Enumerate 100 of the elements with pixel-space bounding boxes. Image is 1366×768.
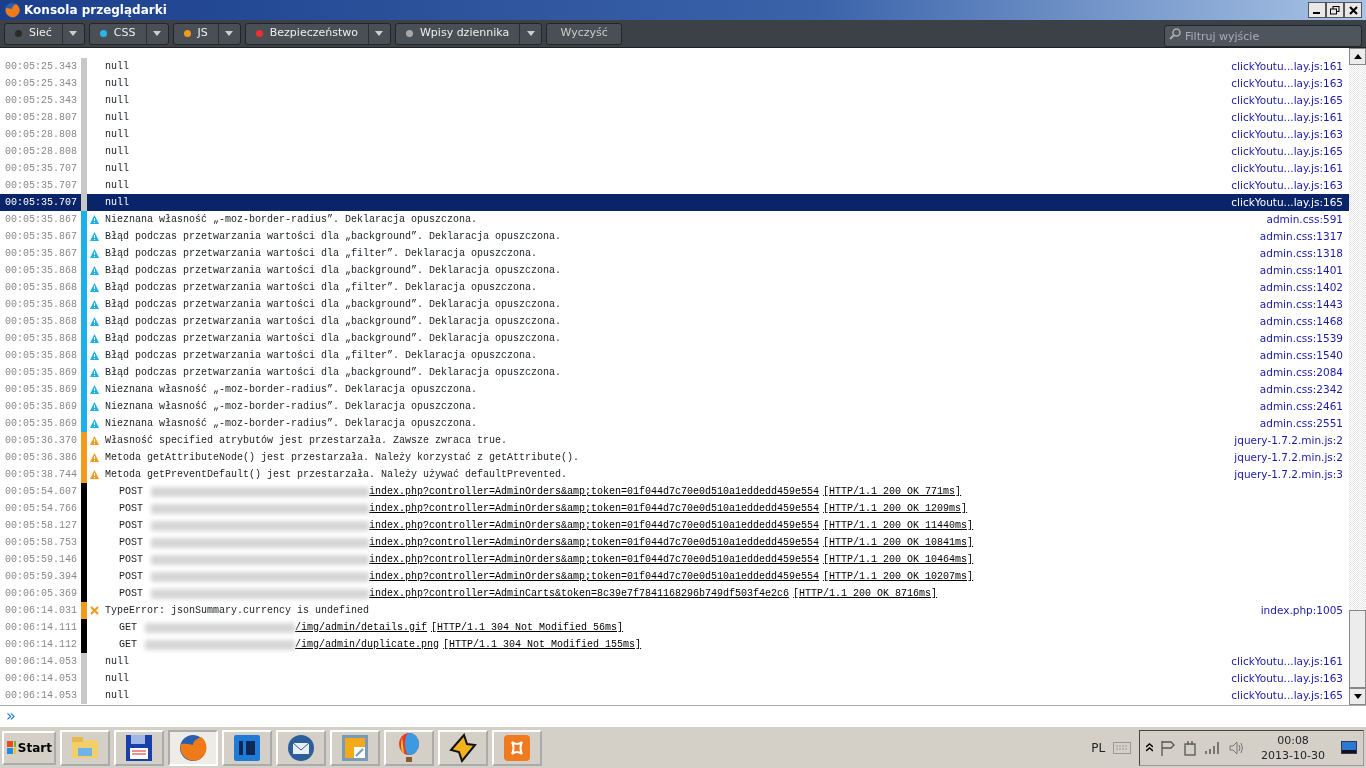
log-row[interactable]: 00:05:35.868 Błąd podczas przetwarzania wartości dla „background”. Deklaracja opuszczona. admin.css:1401 xyxy=(0,262,1349,279)
status-link[interactable]: [HTTP/1.1 200 OK 10207ms] xyxy=(823,569,974,584)
source-link[interactable]: clickYoutu...lay.js:161 xyxy=(1231,653,1349,670)
taskbar-button[interactable] xyxy=(114,729,164,766)
source-link[interactable]: admin.css:2461 xyxy=(1259,398,1349,415)
log-row[interactable]: 00:05:25.343 null clickYoutu...lay.js:161 xyxy=(0,58,1349,75)
log-row[interactable]: 00:05:58.127 POST index.php?controller=AdminOrders&amp;token=01f044d7c70e0d510a1eddedd459e554 [HTTP/1.1 200 OK 11440ms] xyxy=(0,517,1349,534)
log-row[interactable]: 00:06:14.031 TypeError: jsonSummary.currency is undefined index.php:1005 xyxy=(0,602,1349,619)
speaker-icon[interactable] xyxy=(1229,740,1246,755)
log-row[interactable]: 00:05:35.867 Błąd podczas przetwarzania wartości dla „filter”. Deklaracja opuszczona. admin.css:1318 xyxy=(0,245,1349,262)
source-link[interactable]: jquery-1.7.2.min.js:2 xyxy=(1234,449,1349,466)
log-row[interactable]: 00:05:35.869 Nieznana własność „-moz-border-radius”. Deklaracja opuszczona. admin.css:2461 xyxy=(0,398,1349,415)
request-url[interactable]: index.php?controller=AdminOrders&amp;token=01f044d7c70e0d510a1eddedd459e554 xyxy=(369,552,820,567)
log-row[interactable]: 00:05:54.766 POST index.php?controller=AdminOrders&amp;token=01f044d7c70e0d510a1eddedd459e554 [HTTP/1.1 200 OK 1209ms] xyxy=(0,500,1349,517)
source-link[interactable]: clickYoutu...lay.js:165 xyxy=(1231,92,1349,109)
log-row[interactable]: 00:05:35.869 Błąd podczas przetwarzania wartości dla „background”. Deklaracja opuszczona. admin.css:2084 xyxy=(0,364,1349,381)
source-link[interactable]: admin.css:1468 xyxy=(1259,313,1349,330)
log-row[interactable]: 00:05:35.869 Nieznana własność „-moz-border-radius”. Deklaracja opuszczona. admin.css:2551 xyxy=(0,415,1349,432)
source-link[interactable]: admin.css:1539 xyxy=(1259,330,1349,347)
flag-icon[interactable] xyxy=(1161,739,1176,756)
source-link[interactable]: clickYoutu...lay.js:163 xyxy=(1231,177,1349,194)
log-row[interactable]: 00:06:14.053 null clickYoutu...lay.js:163 xyxy=(0,670,1349,687)
log-row[interactable]: 00:05:28.808 null clickYoutu...lay.js:163 xyxy=(0,126,1349,143)
log-row[interactable]: 00:05:35.868 Błąd podczas przetwarzania wartości dla „filter”. Deklaracja opuszczona. admin.css:1402 xyxy=(0,279,1349,296)
scroll-up-button[interactable] xyxy=(1349,48,1366,65)
log-row[interactable]: 00:05:25.343 null clickYoutu...lay.js:163 xyxy=(0,75,1349,92)
log-row[interactable]: 00:05:28.807 null clickYoutu...lay.js:161 xyxy=(0,109,1349,126)
status-link[interactable]: [HTTP/1.1 200 OK 771ms] xyxy=(823,484,962,499)
status-link[interactable]: [HTTP/1.1 200 OK 10464ms] xyxy=(823,552,974,567)
request-url[interactable]: index.php?controller=AdminOrders&amp;token=01f044d7c70e0d510a1eddedd459e554 xyxy=(369,484,820,499)
source-link[interactable]: jquery-1.7.2.min.js:2 xyxy=(1234,432,1349,449)
source-link[interactable]: admin.css:591 xyxy=(1266,211,1349,228)
request-url[interactable]: index.php?controller=AdminOrders&amp;token=01f044d7c70e0d510a1eddedd459e554 xyxy=(369,501,820,516)
source-link[interactable]: clickYoutu...lay.js:165 xyxy=(1231,143,1349,160)
clear-button[interactable]: Wyczyść xyxy=(546,22,623,45)
status-link[interactable]: [HTTP/1.1 200 OK 10841ms] xyxy=(823,535,974,550)
log-row[interactable]: 00:05:36.370 Własność specified atrybutów jest przestarzała. Zawsze zwraca true. jquery-1.7.2.min.js:2 xyxy=(0,432,1349,449)
request-url[interactable]: /img/admin/duplicate.png xyxy=(295,637,440,652)
log-row[interactable]: 00:05:25.343 null clickYoutu...lay.js:165 xyxy=(0,92,1349,109)
request-url[interactable]: /img/admin/details.gif xyxy=(295,620,428,635)
taskbar-button[interactable] xyxy=(168,729,218,766)
request-url[interactable]: index.php?controller=AdminCarts&token=8c39e7f7841168296b749df503f4e2c6 xyxy=(369,586,790,601)
source-link[interactable]: admin.css:1317 xyxy=(1259,228,1349,245)
log-row[interactable]: 00:06:14.053 null clickYoutu...lay.js:165 xyxy=(0,687,1349,704)
source-link[interactable]: admin.css:2084 xyxy=(1259,364,1349,381)
log-row[interactable]: 00:05:59.394 POST index.php?controller=AdminOrders&amp;token=01f044d7c70e0d510a1eddedd459e554 [HTTP/1.1 200 OK 10207ms] xyxy=(0,568,1349,585)
status-link[interactable]: [HTTP/1.1 200 OK 1209ms] xyxy=(823,501,968,516)
source-link[interactable]: clickYoutu...lay.js:161 xyxy=(1231,58,1349,75)
source-link[interactable]: admin.css:2551 xyxy=(1259,415,1349,432)
log-row[interactable]: 00:06:05.369 POST index.php?controller=AdminCarts&token=8c39e7f7841168296b749df503f4e2c6 [HTTP/1.1 200 OK 8716ms] xyxy=(0,585,1349,602)
show-desktop-icon[interactable] xyxy=(1341,740,1357,755)
scrollbar-thumb[interactable] xyxy=(1349,610,1366,688)
log-row[interactable]: 00:05:35.707 null clickYoutu...lay.js:163 xyxy=(0,177,1349,194)
taskbar-button[interactable] xyxy=(276,729,326,766)
source-link[interactable]: admin.css:1540 xyxy=(1259,347,1349,364)
log-row[interactable]: 00:06:14.112 GET /img/admin/duplicate.png [HTTP/1.1 304 Not Modified 155ms] xyxy=(0,636,1349,653)
scroll-down-button[interactable] xyxy=(1349,688,1366,705)
source-link[interactable]: clickYoutu...lay.js:165 xyxy=(1231,687,1349,704)
source-link[interactable]: admin.css:1318 xyxy=(1259,245,1349,262)
status-link[interactable]: [HTTP/1.1 200 OK 8716ms] xyxy=(793,586,938,601)
log-row[interactable]: 00:05:35.707 null clickYoutu...lay.js:165 xyxy=(0,194,1349,211)
log-row[interactable]: 00:05:35.867 Błąd podczas przetwarzania wartości dla „background”. Deklaracja opuszczona. admin.css:1317 xyxy=(0,228,1349,245)
log-row[interactable]: 00:05:54.607 POST index.php?controller=AdminOrders&amp;token=01f044d7c70e0d510a1eddedd459e554 [HTTP/1.1 200 OK 771ms] xyxy=(0,483,1349,500)
request-url[interactable]: index.php?controller=AdminOrders&amp;token=01f044d7c70e0d510a1eddedd459e554 xyxy=(369,569,820,584)
log-row[interactable]: 00:05:58.753 POST index.php?controller=AdminOrders&amp;token=01f044d7c70e0d510a1eddedd459e554 [HTTP/1.1 200 OK 10841ms] xyxy=(0,534,1349,551)
close-button[interactable] xyxy=(1344,2,1362,18)
log-row[interactable]: 00:06:14.053 null clickYoutu...lay.js:161 xyxy=(0,653,1349,670)
log-row[interactable]: 00:05:35.867 Nieznana własność „-moz-border-radius”. Deklaracja opuszczona. admin.css:591 xyxy=(0,211,1349,228)
log-row[interactable]: 00:05:59.146 POST index.php?controller=AdminOrders&amp;token=01f044d7c70e0d510a1eddedd459e554 [HTTP/1.1 200 OK 10464ms] xyxy=(0,551,1349,568)
scrollbar-track[interactable] xyxy=(1349,48,1366,705)
source-link[interactable]: clickYoutu...lay.js:161 xyxy=(1231,160,1349,177)
chevron-up-icon[interactable] xyxy=(1146,743,1154,752)
log-row[interactable]: 00:05:35.868 Błąd podczas przetwarzania wartości dla „background”. Deklaracja opuszczona. admin.css:1539 xyxy=(0,330,1349,347)
status-link[interactable]: [HTTP/1.1 200 OK 11440ms] xyxy=(823,518,974,533)
log-row[interactable]: 00:05:35.868 Błąd podczas przetwarzania wartości dla „filter”. Deklaracja opuszczona. admin.css:1540 xyxy=(0,347,1349,364)
clock[interactable]: 00:08 2013-10-30 xyxy=(1253,732,1333,763)
log-row[interactable]: 00:05:35.707 null clickYoutu...lay.js:161 xyxy=(0,160,1349,177)
power-plug-icon[interactable] xyxy=(1183,739,1198,756)
source-link[interactable]: clickYoutu...lay.js:165 xyxy=(1231,194,1349,211)
source-link[interactable]: admin.css:2342 xyxy=(1259,381,1349,398)
request-url[interactable]: index.php?controller=AdminOrders&amp;token=01f044d7c70e0d510a1eddedd459e554 xyxy=(369,518,820,533)
source-link[interactable]: jquery-1.7.2.min.js:3 xyxy=(1234,466,1349,483)
source-link[interactable]: admin.css:1443 xyxy=(1259,296,1349,313)
status-link[interactable]: [HTTP/1.1 304 Not Modified 56ms] xyxy=(431,620,624,635)
log-row[interactable]: 00:05:38.744 Metoda getPreventDefault() jest przestarzała. Należy używać defaultPrevented. jquery-1.7.2.min.js:3 xyxy=(0,466,1349,483)
log-row[interactable]: 00:05:28.808 null clickYoutu...lay.js:165 xyxy=(0,143,1349,160)
search-field[interactable]: Filtruj wyjście xyxy=(1164,25,1362,47)
source-link[interactable]: index.php:1005 xyxy=(1260,602,1349,619)
taskbar-button[interactable] xyxy=(222,729,272,766)
status-link[interactable]: [HTTP/1.1 304 Not Modified 155ms] xyxy=(443,637,642,652)
log-row[interactable]: 00:05:35.868 Błąd podczas przetwarzania wartości dla „background”. Deklaracja opuszczona. admin.css:1443 xyxy=(0,296,1349,313)
minimize-button[interactable] xyxy=(1308,2,1326,18)
source-link[interactable]: clickYoutu...lay.js:163 xyxy=(1231,126,1349,143)
log-row[interactable]: 00:05:35.868 Błąd podczas przetwarzania wartości dla „background”. Deklaracja opuszczona. admin.css:1468 xyxy=(0,313,1349,330)
source-link[interactable]: clickYoutu...lay.js:163 xyxy=(1231,670,1349,687)
taskbar-button[interactable] xyxy=(438,729,488,766)
restore-button[interactable] xyxy=(1326,2,1344,18)
log-row[interactable]: 00:06:14.111 GET /img/admin/details.gif [HTTP/1.1 304 Not Modified 56ms] xyxy=(0,619,1349,636)
signal-bars-icon[interactable] xyxy=(1205,741,1222,754)
log-row[interactable]: 00:05:36.386 Metoda getAttributeNode() jest przestarzała. Należy korzystać z getAttribute(). jquery-1.7.2.min.js:2 xyxy=(0,449,1349,466)
